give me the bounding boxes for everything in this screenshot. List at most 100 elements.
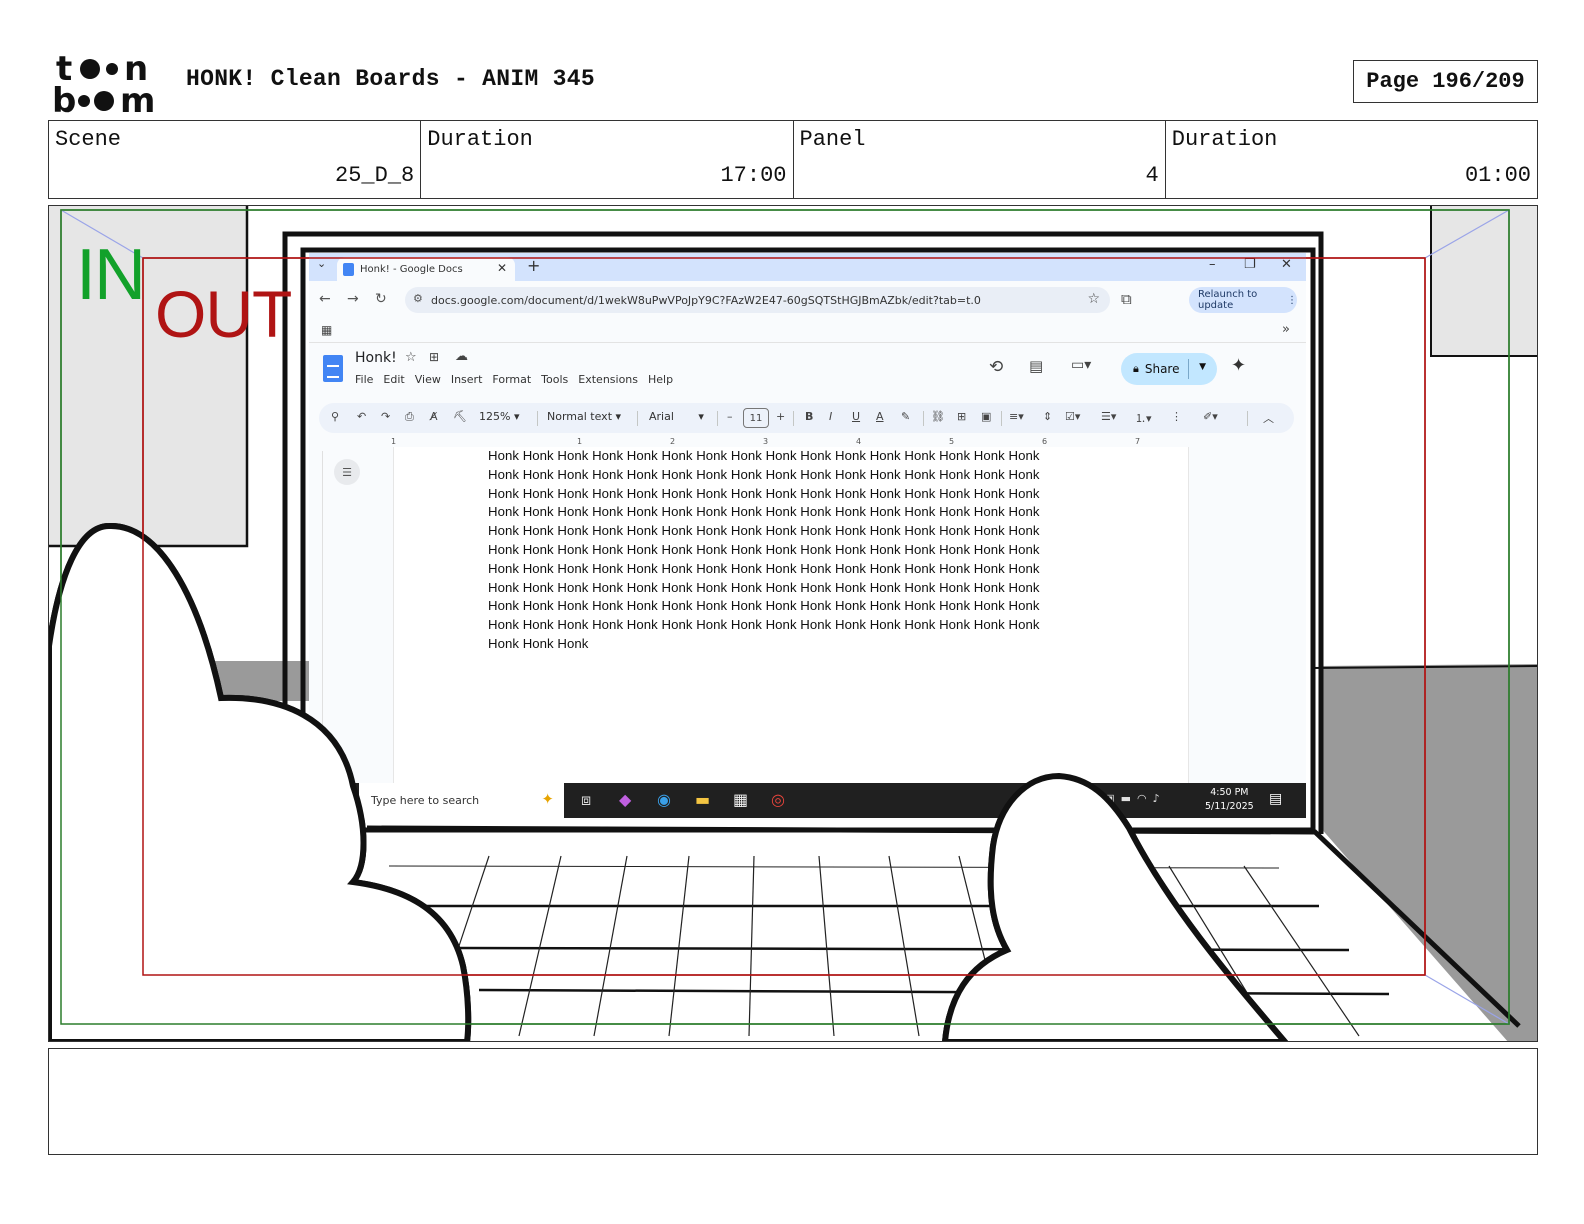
cloud-icon[interactable]: ☁ xyxy=(455,349,468,364)
more-vert-icon[interactable]: ⋮ xyxy=(1287,295,1297,306)
doc-line: Honk Honk Honk Honk Honk Honk Honk Honk … xyxy=(488,598,1040,614)
paint-format-icon[interactable]: ⛏ xyxy=(453,410,467,423)
toolbar-divider xyxy=(637,411,638,426)
outline-icon[interactable]: ☰ xyxy=(334,459,360,485)
docs-logo-icon[interactable] xyxy=(323,355,343,382)
plus-icon[interactable]: + xyxy=(527,256,540,275)
star-doc-icon[interactable]: ☆ xyxy=(405,350,417,365)
chrome-icon[interactable]: ◎ xyxy=(771,790,785,809)
task-view-icon[interactable]: ⧈ xyxy=(581,790,591,810)
file-explorer-icon[interactable]: ▬ xyxy=(695,790,710,809)
link-icon[interactable]: ⛓ xyxy=(931,410,945,423)
url-text: docs.google.com/document/d/1wekW8uPwVPoJ… xyxy=(431,293,981,307)
ruler-mark: 2 xyxy=(670,437,676,446)
star-icon[interactable]: ☆ xyxy=(1087,291,1100,307)
doc-line: Honk Honk Honk Honk Honk Honk Honk Honk … xyxy=(488,541,1040,557)
relaunch-button[interactable]: Relaunch to update ⋮ xyxy=(1189,287,1297,313)
site-info-icon[interactable]: ⚙ xyxy=(413,292,423,305)
document-body[interactable]: Honk Honk Honk Honk Honk Honk Honk Honk … xyxy=(488,447,1088,654)
text-color-icon[interactable]: A xyxy=(876,410,884,423)
edit-mode-icon[interactable]: ✐▾ xyxy=(1203,410,1218,423)
lock-icon: 🔒︎ xyxy=(1133,362,1139,375)
forward-icon[interactable]: → xyxy=(347,291,359,307)
ruler-mark: 6 xyxy=(1042,437,1048,446)
panel-cell: Panel 4 xyxy=(794,121,1166,198)
toolbar-divider xyxy=(717,411,718,426)
bookmarks-more-icon[interactable]: » xyxy=(1282,322,1290,337)
redo-icon[interactable]: ↷ xyxy=(381,410,390,423)
document-page[interactable]: Honk Honk Honk Honk Honk Honk Honk Honk … xyxy=(393,447,1189,818)
numbered-list-icon[interactable]: ⒈▾ xyxy=(1135,410,1152,426)
gemini-icon[interactable]: ✦ xyxy=(1231,355,1246,376)
decrease-size-icon[interactable]: – xyxy=(727,410,733,423)
windows-search-box[interactable]: Type here to search ✦ xyxy=(359,783,564,818)
bold-icon[interactable]: B xyxy=(805,410,813,423)
menu-help[interactable]: Help xyxy=(648,373,673,386)
meet-icon[interactable]: ▭▾ xyxy=(1071,357,1091,373)
doc-icon xyxy=(343,262,354,276)
align-icon[interactable]: ≡▾ xyxy=(1009,410,1024,423)
style-select[interactable]: Normal text ▾ xyxy=(547,410,621,423)
url-field[interactable]: ⚙ docs.google.com/document/d/1wekW8uPwVP… xyxy=(405,287,1110,313)
menu-insert[interactable]: Insert xyxy=(451,373,483,386)
line-spacing-icon[interactable]: ⇕ xyxy=(1043,410,1052,423)
history-icon[interactable]: ⟲ xyxy=(989,357,1003,377)
minimize-icon[interactable]: – xyxy=(1209,257,1216,272)
menu-view[interactable]: View xyxy=(415,373,441,386)
increase-size-icon[interactable]: + xyxy=(776,410,785,423)
collapse-icon[interactable]: ︿ xyxy=(1263,410,1274,426)
system-tray-icons[interactable]: ⌃▣▬◠♪ xyxy=(1089,792,1166,805)
store-icon[interactable]: ▦ xyxy=(733,790,748,809)
menu-tools[interactable]: Tools xyxy=(541,373,568,386)
doc-line: Honk Honk Honk Honk Honk Honk Honk Honk … xyxy=(488,617,1040,633)
reload-icon[interactable]: ↻ xyxy=(375,291,387,307)
svg-text:m: m xyxy=(120,81,155,114)
toolbar-divider xyxy=(923,411,924,426)
extensions-icon[interactable]: ⧉ xyxy=(1121,290,1132,308)
edge-icon[interactable]: ◉ xyxy=(657,790,671,809)
font-size-input[interactable]: 11 xyxy=(743,408,769,428)
underline-icon[interactable]: U xyxy=(852,410,860,423)
share-button[interactable]: 🔒︎ Share ▼ xyxy=(1121,353,1217,385)
print-icon[interactable]: ⎙ xyxy=(405,410,414,424)
panel-notes-box[interactable] xyxy=(48,1048,1538,1155)
spellcheck-icon[interactable]: A̸ xyxy=(430,410,438,423)
browser-tab[interactable]: Honk! - Google Docs ✕ xyxy=(337,257,515,281)
document-name[interactable]: Honk! xyxy=(355,350,397,366)
menu-extensions[interactable]: Extensions xyxy=(578,373,638,386)
doc-line: Honk Honk Honk Honk Honk Honk Honk Honk … xyxy=(488,485,1040,501)
apps-icon[interactable]: ▦ xyxy=(321,323,332,337)
search-icon[interactable]: ⚲ xyxy=(331,410,339,423)
menu-file[interactable]: File xyxy=(355,373,373,386)
highlight-icon[interactable]: ✎ xyxy=(901,410,910,423)
taskbar-clock[interactable]: 4:50 PM 5/11/2025 xyxy=(1205,786,1254,814)
back-icon[interactable]: ← xyxy=(319,291,331,307)
close-icon[interactable]: ✕ xyxy=(497,261,507,275)
menu-edit[interactable]: Edit xyxy=(383,373,404,386)
doc-line: Honk Honk Honk Honk Honk Honk Honk Honk … xyxy=(488,523,1040,539)
move-folder-icon[interactable]: ⊞ xyxy=(429,350,439,364)
image-icon[interactable]: ▣ xyxy=(981,410,991,423)
comment-add-icon[interactable]: ⊞ xyxy=(957,410,966,423)
bullet-list-icon[interactable]: ☰▾ xyxy=(1101,410,1116,423)
tab-search-icon[interactable]: ⌄ xyxy=(317,257,326,270)
font-select[interactable]: Arial ▾ xyxy=(649,410,704,423)
toolbar-divider xyxy=(1247,411,1248,426)
copilot-icon[interactable]: ◆ xyxy=(619,790,631,809)
window-close-icon[interactable]: ✕ xyxy=(1281,257,1292,272)
menu-format[interactable]: Format xyxy=(492,373,531,386)
toolbar-divider xyxy=(537,411,538,426)
notification-icon[interactable]: ▤ xyxy=(1269,791,1282,807)
more-icon[interactable]: ⋮ xyxy=(1171,410,1182,423)
share-divider xyxy=(1188,359,1189,379)
out-frame-label: OUT xyxy=(155,277,292,351)
checklist-icon[interactable]: ☑▾ xyxy=(1065,410,1080,423)
undo-icon[interactable]: ↶ xyxy=(357,410,366,423)
italic-icon[interactable]: I xyxy=(829,410,832,423)
comment-icon[interactable]: ▤ xyxy=(1029,357,1043,375)
share-dropdown-icon[interactable]: ▼ xyxy=(1199,362,1206,372)
restore-icon[interactable]: ❐ xyxy=(1244,257,1256,272)
scene-value: 25_D_8 xyxy=(335,163,415,188)
zoom-select[interactable]: 125% ▾ xyxy=(479,410,519,423)
docs-menu-bar: File Edit View Insert Format Tools Exten… xyxy=(355,373,673,386)
